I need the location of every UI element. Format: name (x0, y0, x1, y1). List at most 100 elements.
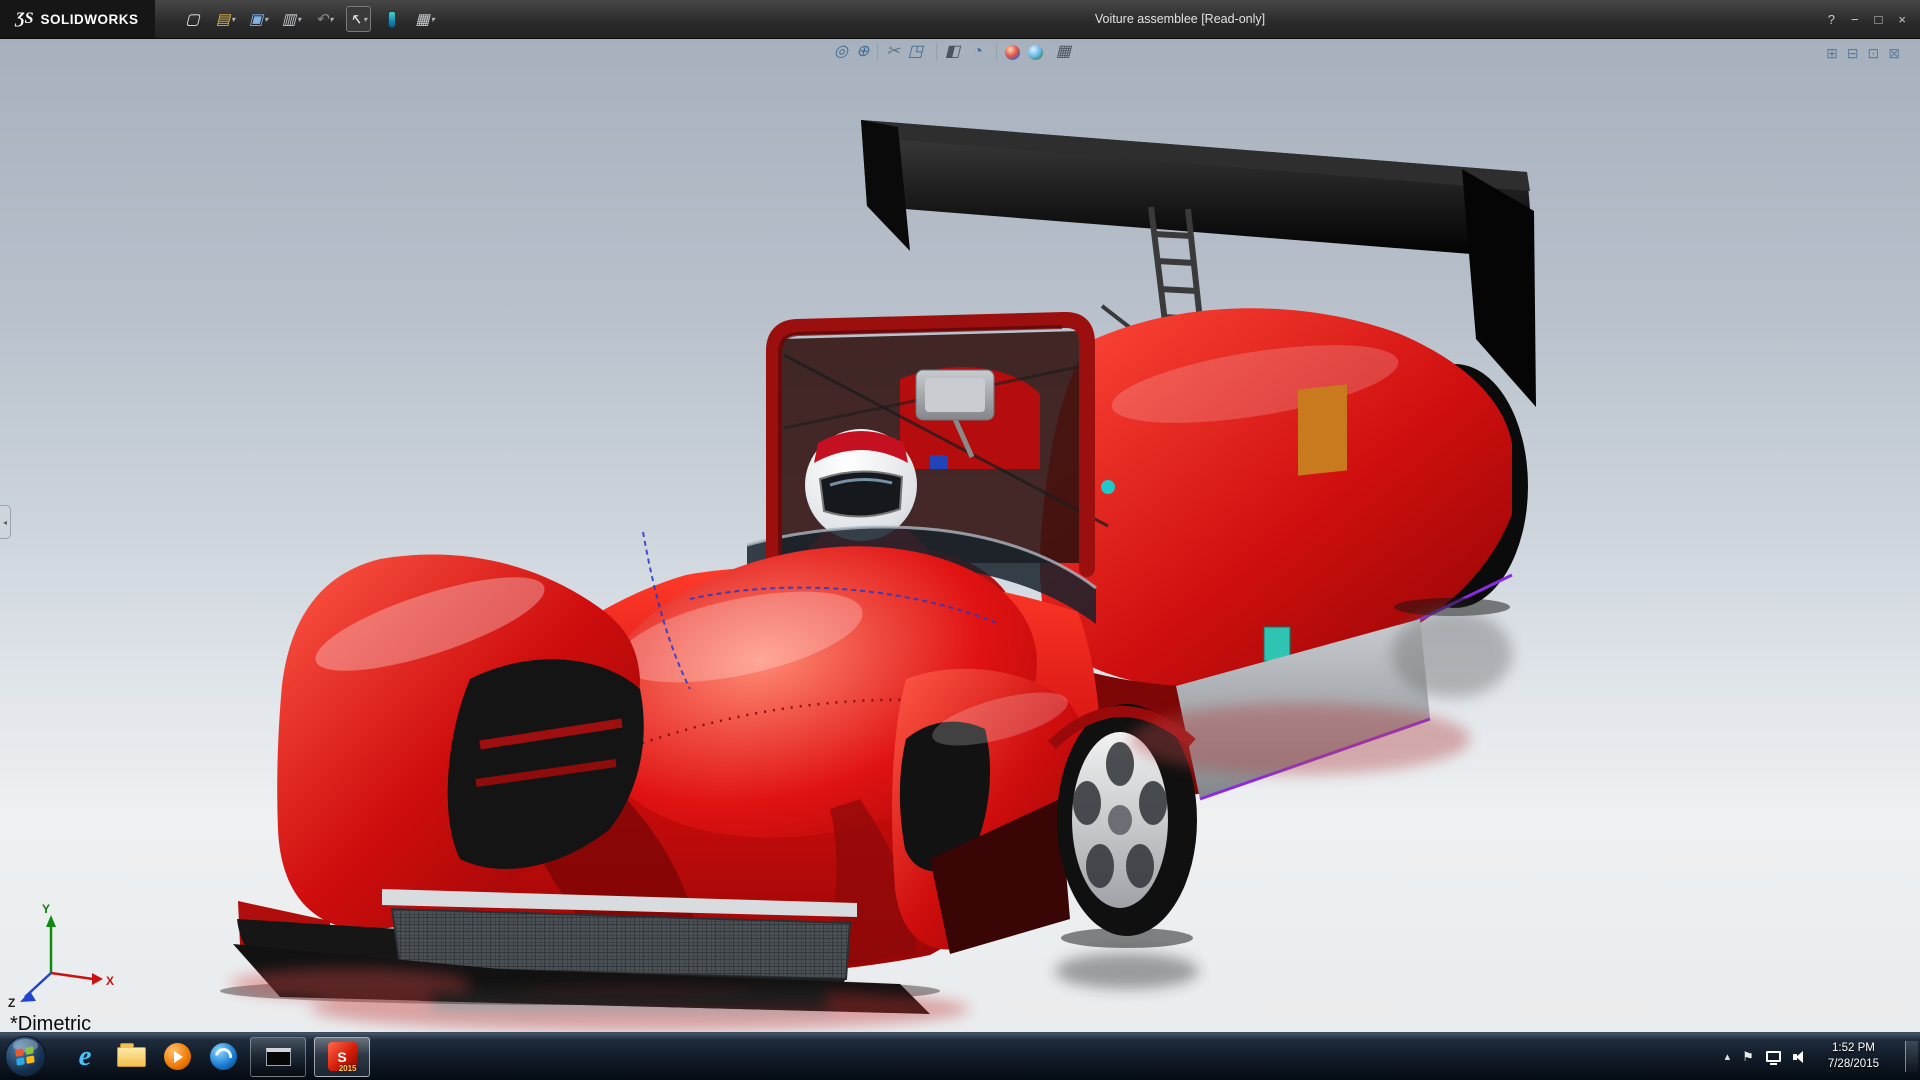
volume-tray-icon[interactable] (1792, 1050, 1808, 1063)
reference-triad: Y X Z (8, 902, 114, 1010)
undo-button[interactable]: ↶ ▾ (313, 6, 337, 32)
zoom-to-fit-button[interactable]: ◎ (834, 44, 848, 60)
zoom-fit-icon: ◎ (834, 43, 849, 60)
window-controls: ? − □ × (1828, 12, 1920, 27)
undo-icon: ↶ (315, 10, 329, 28)
rebuild-button[interactable] (380, 6, 404, 32)
taskbar-clock[interactable]: 1:52 PM 7/28/2015 (1820, 1041, 1887, 1072)
doc-maximize-button[interactable]: ⊡ (1868, 45, 1880, 62)
view-orientation-label: *Dimetric (10, 1013, 92, 1035)
hide-show-icon: ◔ (973, 43, 983, 60)
chevron-down-icon: ▾ (923, 47, 928, 57)
toolbar-separator (995, 43, 997, 61)
clock-date: 7/28/2015 (1827, 1057, 1879, 1070)
triad-z-label: Z (8, 996, 15, 1010)
apply-scene-button[interactable]: ▾ (1027, 44, 1048, 60)
window-title: Voiture assemblee [Read-only] (1094, 12, 1266, 26)
solidworks-logo: ƷS SOLIDWORKS (0, 0, 155, 38)
3d-model-race-car[interactable]: Y X Z (0, 39, 1920, 1032)
rebuild-icon (388, 10, 397, 28)
chevron-down-icon: ▾ (430, 14, 435, 24)
scene-ball-icon (1027, 44, 1043, 60)
view-orientation-button[interactable]: ◳ ▾ (908, 44, 928, 60)
view-settings-button[interactable]: ▦ ▾ (1056, 44, 1076, 60)
select-button[interactable]: ↖ ▾ (345, 6, 372, 32)
main-toolbar: ▢ ▤ ▾ ▣ ▾ ▥ ▾ ↶ ▾ ↖ ▾ ▦ ▾ (181, 6, 438, 32)
chevron-down-icon: ▾ (329, 14, 334, 24)
solidworks-icon: S 2015 (327, 1042, 357, 1073)
show-desktop-button[interactable] (1905, 1040, 1918, 1073)
chevron-down-icon: ▾ (363, 14, 368, 24)
print-button[interactable]: ▥ ▾ (280, 6, 304, 32)
hide-show-items-button[interactable]: ◔ ▾ (973, 44, 988, 60)
solidworks-letter: S (337, 1048, 347, 1065)
chevron-down-icon: ▾ (1043, 47, 1048, 57)
options-button[interactable]: ▦ ▾ (413, 6, 437, 32)
heads-up-toolbar: ◎ ⊕ ✂ ◳ ▾ ◧ ▾ ◔ ▾ ▾ ▦ ▾ (834, 43, 1076, 61)
save-button[interactable]: ▣ ▾ (247, 6, 271, 32)
help-button[interactable]: ? (1828, 12, 1835, 27)
doc-restore-button[interactable]: ⊞ (1826, 45, 1838, 62)
media-player-icon (163, 1043, 191, 1070)
section-view-icon: ✂ (886, 43, 900, 60)
toolbar-separator (935, 43, 937, 61)
blue-app-button[interactable] (200, 1035, 246, 1079)
ie-icon: e (78, 1040, 92, 1072)
zoom-area-icon: ⊕ (856, 43, 870, 60)
display-style-icon: ◧ (944, 43, 961, 60)
new-document-icon: ▢ (185, 10, 200, 28)
clock-time: 1:52 PM (1832, 1041, 1875, 1054)
folder-icon (116, 1042, 146, 1067)
chevron-down-icon: ▾ (961, 47, 966, 57)
view-settings-icon: ▦ (1055, 43, 1071, 60)
blue-swirl-icon (209, 1043, 237, 1070)
windows-logo-icon (15, 1046, 35, 1067)
print-icon: ▥ (281, 10, 297, 28)
document-window-controls: ⊞ ⊟ ⊡ ⊠ (1826, 45, 1900, 62)
dash-display (930, 455, 948, 469)
maximize-button[interactable]: □ (1875, 12, 1883, 27)
3ds-logo-icon: ƷS (16, 10, 34, 27)
doc-close-button[interactable]: ⊠ (1888, 45, 1900, 62)
appearance-ball-icon (1004, 44, 1020, 60)
solidworks-year: 2015 (338, 1064, 357, 1073)
internet-explorer-button[interactable]: e (62, 1035, 108, 1079)
show-hidden-icons-button[interactable]: ▴ (1725, 1050, 1731, 1063)
feature-tree-collapse-tab[interactable]: ◂ (0, 505, 11, 539)
new-document-button[interactable]: ▢ (181, 6, 205, 32)
teal-dot (1101, 480, 1115, 494)
chevron-down-icon: ▾ (1071, 47, 1076, 57)
options-icon: ▦ (415, 10, 430, 28)
display-style-button[interactable]: ◧ ▾ (945, 44, 965, 60)
command-prompt-button[interactable] (250, 1036, 306, 1077)
graphics-area[interactable]: ◎ ⊕ ✂ ◳ ▾ ◧ ▾ ◔ ▾ ▾ ▦ ▾ ⊞ ⊟ ⊡ ⊠ ◂ Y X Z … (0, 39, 1920, 1035)
titlebar: ƷS SOLIDWORKS ▢ ▤ ▾ ▣ ▾ ▥ ▾ ↶ ▾ ↖ ▾ ▦ ▾ Voitur… (0, 0, 1920, 39)
close-button[interactable]: × (1898, 12, 1906, 27)
doc-minimize-button[interactable]: ⊟ (1847, 45, 1859, 62)
solidworks-task-button[interactable]: S 2015 (314, 1036, 370, 1077)
media-player-button[interactable] (154, 1035, 200, 1079)
display-tray-icon[interactable] (1765, 1051, 1781, 1065)
action-center-flag-icon[interactable]: ⚑ (1742, 1049, 1754, 1065)
zoom-to-area-button[interactable]: ⊕ (856, 44, 869, 60)
chevron-down-icon: ▾ (983, 47, 988, 57)
toolbar-separator (877, 43, 879, 61)
chevron-down-icon: ▾ (231, 14, 236, 24)
minimize-button[interactable]: − (1851, 12, 1859, 27)
edit-appearance-button[interactable] (1004, 44, 1020, 60)
open-button[interactable]: ▤ ▾ (214, 6, 238, 32)
section-view-button[interactable]: ✂ (886, 44, 899, 60)
open-icon: ▤ (215, 10, 231, 28)
view-cube-icon: ◳ (907, 43, 923, 60)
triad-y-label: Y (42, 902, 50, 916)
brand-name: SOLIDWORKS (40, 11, 139, 27)
cockpit-orange-panel (1298, 384, 1347, 476)
chevron-down-icon: ▾ (297, 14, 302, 24)
command-prompt-icon (265, 1047, 291, 1066)
select-arrow-icon: ↖ (349, 10, 363, 28)
system-tray: ▴ ⚑ 1:52 PM 7/28/2015 (1725, 1040, 1920, 1073)
file-explorer-button[interactable] (108, 1035, 154, 1079)
taskbar: e S 2015 ▴ ⚑ 1:52 PM 7/28/2015 (0, 1032, 1920, 1080)
start-button[interactable] (5, 1036, 46, 1077)
chevron-down-icon: ▾ (264, 14, 269, 24)
